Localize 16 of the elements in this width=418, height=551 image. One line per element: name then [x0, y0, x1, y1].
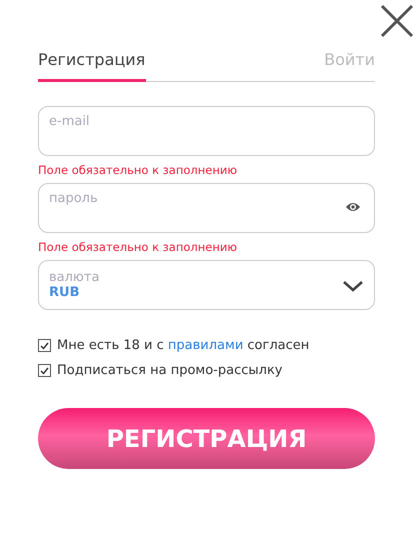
email-field[interactable]: e-mail	[38, 106, 375, 156]
currency-select[interactable]: валюта RUB	[38, 260, 375, 310]
eye-icon[interactable]	[345, 201, 361, 213]
error-message: Поле обязательно к заполнению	[38, 163, 238, 177]
chevron-down-icon	[342, 280, 364, 292]
password-field[interactable]: пароль	[38, 183, 375, 233]
tab[interactable]: Регистрация	[38, 50, 146, 82]
tab[interactable]: Войти	[324, 50, 375, 82]
checkbox[interactable]	[38, 364, 51, 377]
error-message: Поле обязательно к заполнению	[38, 240, 238, 254]
checkbox-label: Мне есть 18 и с правилами согласен	[57, 338, 310, 353]
checkbox[interactable]	[38, 339, 51, 352]
register-button[interactable]: РЕГИСТРАЦИЯ	[38, 408, 375, 469]
close-icon[interactable]	[380, 4, 414, 38]
rules-link[interactable]: правилами	[168, 338, 244, 353]
checkbox-label: Подписаться на промо-рассылку	[57, 363, 283, 378]
